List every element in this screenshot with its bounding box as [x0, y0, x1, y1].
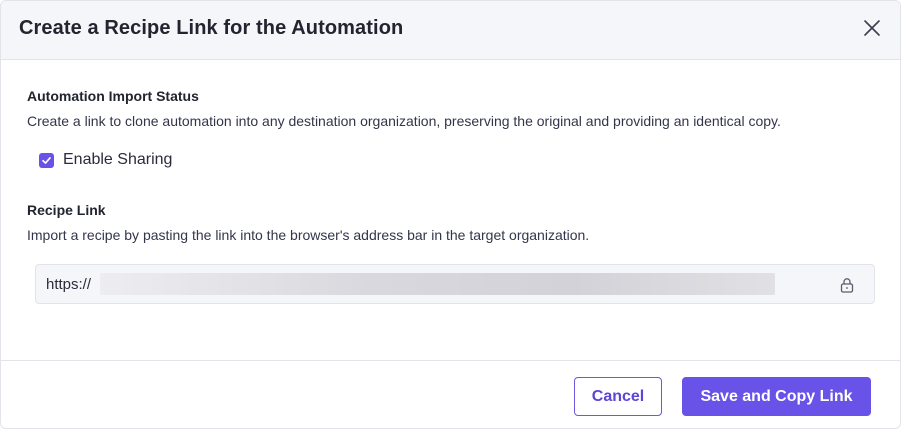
cancel-button[interactable]: Cancel	[574, 377, 662, 416]
recipe-link-description: Import a recipe by pasting the link into…	[27, 227, 590, 243]
save-and-copy-link-button[interactable]: Save and Copy Link	[682, 377, 871, 416]
enable-sharing-checkbox[interactable]: Enable Sharing	[39, 149, 172, 171]
recipe-link-field[interactable]: https://	[35, 264, 875, 304]
footer-divider	[1, 360, 900, 361]
dialog-header: Create a Recipe Link for the Automation	[1, 1, 900, 60]
redacted-link-text	[100, 273, 775, 295]
lock-icon	[838, 276, 856, 294]
import-status-heading: Automation Import Status	[27, 88, 199, 104]
recipe-link-dialog: Create a Recipe Link for the Automation …	[0, 0, 901, 429]
import-status-description: Create a link to clone automation into a…	[27, 113, 781, 129]
check-icon	[42, 156, 51, 164]
checkbox-box[interactable]	[39, 152, 54, 168]
close-icon	[864, 20, 880, 36]
dialog-title: Create a Recipe Link for the Automation	[19, 17, 404, 39]
recipe-link-value: https://	[46, 276, 92, 293]
enable-sharing-label: Enable Sharing	[63, 151, 173, 168]
recipe-link-heading: Recipe Link	[27, 202, 106, 218]
close-button[interactable]	[862, 18, 882, 38]
